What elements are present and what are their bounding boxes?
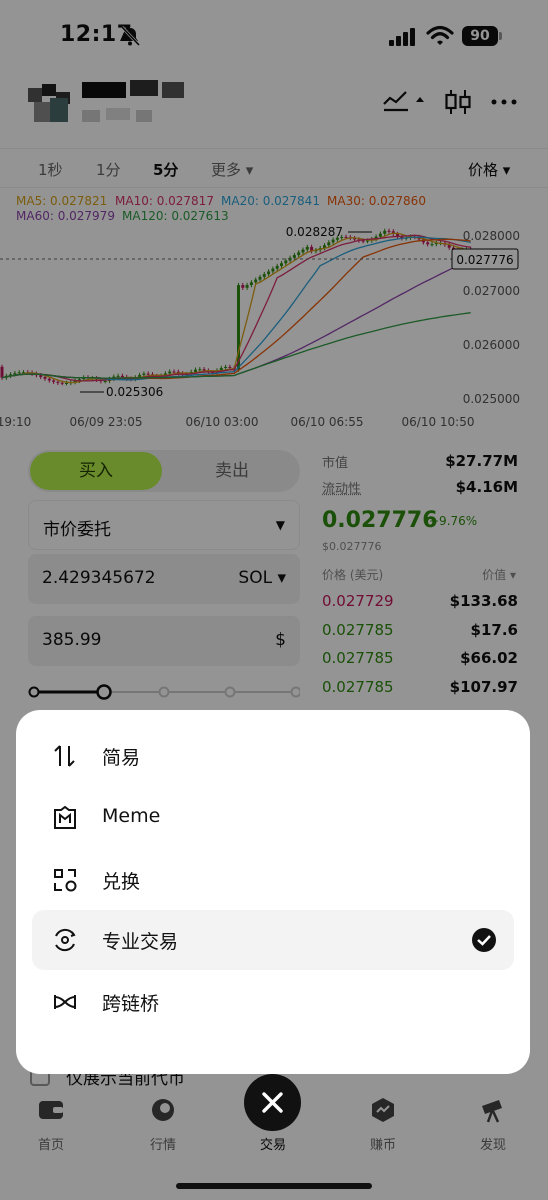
menu-item-simple-label: 简易 [102, 747, 141, 769]
menu-item-meme-label: Meme [102, 805, 161, 827]
bridge-icon [54, 995, 76, 1009]
convert-icon [54, 869, 77, 892]
swap-arrows-icon [54, 745, 75, 767]
checkmark-icon [472, 928, 496, 952]
menu-item-convert-label: 兑换 [102, 871, 141, 893]
close-button[interactable] [244, 1074, 301, 1131]
trade-mode-sheet: 简易 Meme 兑换 专业交易 跨链桥 [16, 710, 530, 1074]
menu-item-pro-trade[interactable]: 专业交易 [32, 910, 514, 970]
menu-item-bridge-label: 跨链桥 [102, 993, 160, 1015]
home-indicator [176, 1183, 372, 1189]
trading-page: 12:17 90 1秒 1分 5分 更多 ▾ 价格 ▾ MA5: 0.02782… [0, 0, 548, 1200]
menu-item-bridge[interactable]: 跨链桥 [32, 972, 514, 1032]
meme-icon [54, 805, 76, 829]
menu-item-meme[interactable]: Meme [32, 788, 514, 848]
menu-item-simple[interactable]: 简易 [32, 726, 514, 786]
menu-item-pro-trade-label: 专业交易 [102, 931, 179, 953]
menu-item-convert[interactable]: 兑换 [32, 850, 514, 910]
close-icon [262, 1092, 283, 1113]
pro-trade-icon [55, 928, 76, 952]
